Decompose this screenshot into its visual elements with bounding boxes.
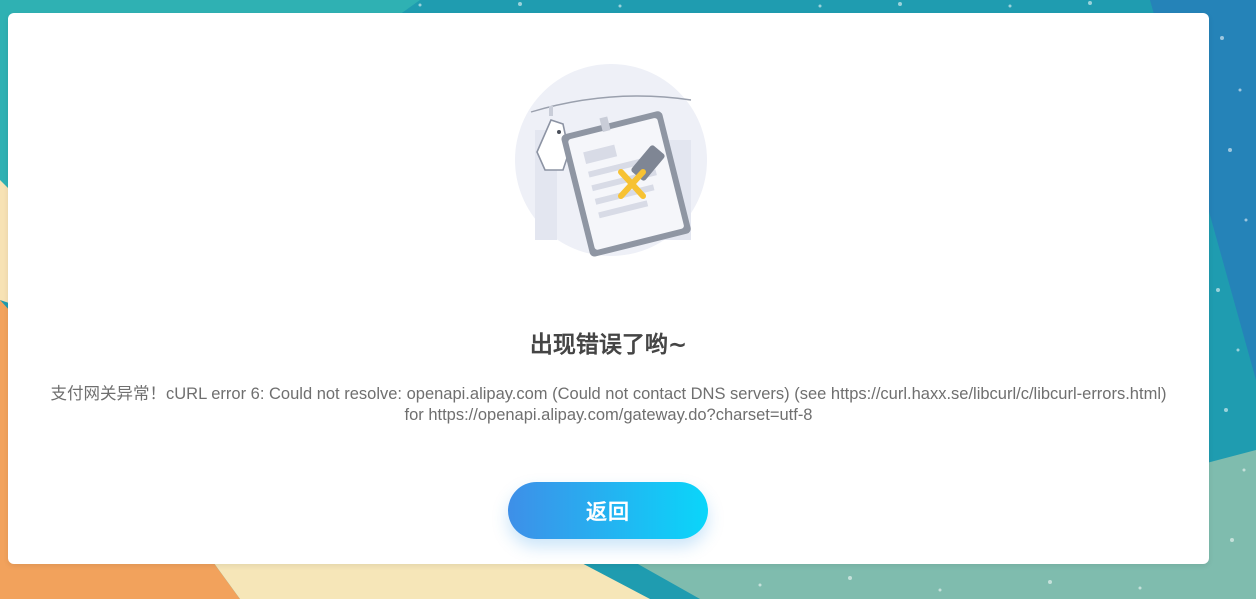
- error-document-illustration: [515, 64, 707, 257]
- error-message-line-2: for https://openapi.alipay.com/gateway.d…: [404, 406, 813, 424]
- error-card: 出现错误了哟~ 支付网关异常！cURL error 6: Could not r…: [8, 13, 1209, 564]
- error-message-line-1: 支付网关异常！cURL error 6: Could not resolve: …: [50, 385, 1167, 403]
- error-title: 出现错误了哟~: [529, 332, 688, 358]
- error-message: 支付网关异常！cURL error 6: Could not resolve: …: [8, 384, 1209, 426]
- back-button[interactable]: 返回: [508, 482, 708, 539]
